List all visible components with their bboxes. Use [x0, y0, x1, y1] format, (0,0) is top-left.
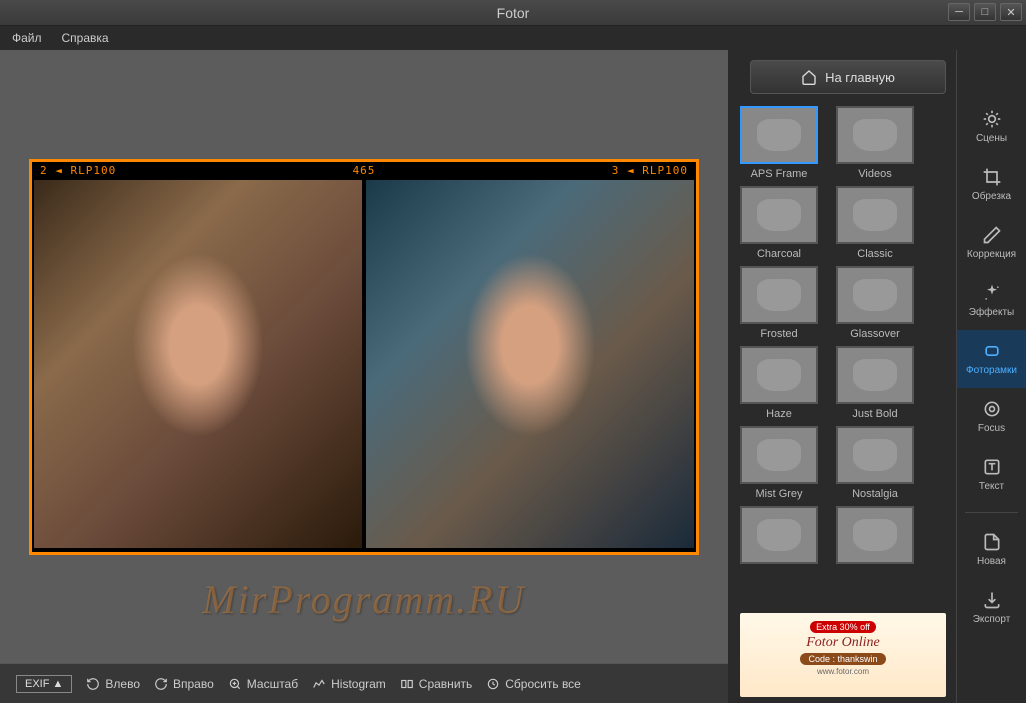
frame-item-Nostalgia[interactable]: Nostalgia — [836, 426, 914, 500]
frame-thumb — [836, 106, 914, 164]
frame-thumb — [740, 506, 818, 564]
pencil-icon — [982, 225, 1002, 245]
frame-item-10[interactable] — [740, 506, 818, 568]
home-icon — [801, 69, 817, 85]
frame-thumb — [836, 266, 914, 324]
zoom-button[interactable]: Масштаб — [228, 677, 298, 691]
frame-item-Haze[interactable]: Haze — [740, 346, 818, 420]
frame-thumb — [740, 266, 818, 324]
tool-export[interactable]: Экспорт — [957, 579, 1026, 637]
frame-item-Charcoal[interactable]: Charcoal — [740, 186, 818, 260]
frame-item-Just Bold[interactable]: Just Bold — [836, 346, 914, 420]
frame-thumb — [836, 426, 914, 484]
frame-thumb — [836, 506, 914, 564]
divider — [965, 512, 1018, 513]
promo-code: Code : thankswin — [800, 653, 885, 665]
photo-frame[interactable]: 2 ◄ RLP100 465 3 ◄ RLP100 — [29, 159, 699, 555]
crop-icon — [982, 167, 1002, 187]
app-title: Fotor — [497, 5, 530, 21]
reset-icon — [486, 677, 500, 691]
exif-button[interactable]: EXIF ▲ — [16, 675, 72, 693]
close-button[interactable]: ✕ — [1000, 3, 1022, 21]
photo-before — [34, 180, 362, 548]
compare-icon — [400, 677, 414, 691]
frame-label: Frosted — [740, 328, 818, 340]
tool-crop[interactable]: Обрезка — [957, 156, 1026, 214]
file-icon — [982, 532, 1002, 552]
rotate-left-icon — [86, 677, 100, 691]
promo-badge: Extra 30% off — [810, 621, 876, 633]
tool-new[interactable]: Новая — [957, 521, 1026, 579]
frame-thumb — [740, 346, 818, 404]
frame-label: Mist Grey — [740, 488, 818, 500]
menubar: Файл Справка — [0, 26, 1026, 50]
text-icon — [982, 457, 1002, 477]
frame-item-11[interactable] — [836, 506, 914, 568]
frame-label: Haze — [740, 408, 818, 420]
frame-icon — [982, 341, 1002, 361]
maximize-button[interactable]: □ — [974, 3, 996, 21]
target-icon — [982, 399, 1002, 419]
bottom-toolbar: EXIF ▲ Влево Вправо Масштаб Histogram Ср… — [0, 663, 728, 703]
frames-grid[interactable]: APS Frame Videos Charcoal Classic Frosted Gla… — [740, 106, 956, 607]
frame-label: Classic — [836, 248, 914, 260]
frame-label: Nostalgia — [836, 488, 914, 500]
tool-frames[interactable]: Фоторамки — [957, 330, 1026, 388]
frame-marker-right: 3 ◄ RLP100 — [612, 164, 688, 177]
home-button[interactable]: На главную — [750, 60, 946, 94]
promo-banner[interactable]: Extra 30% off Fotor Online Code : thanks… — [740, 613, 946, 697]
frame-item-Videos[interactable]: Videos — [836, 106, 914, 180]
promo-title: Fotor Online — [748, 635, 938, 651]
main-area: 2 ◄ RLP100 465 3 ◄ RLP100 MirProgramm.RU… — [0, 50, 1026, 703]
window-controls: ─ □ ✕ — [948, 3, 1022, 21]
compare-button[interactable]: Сравнить — [400, 677, 472, 691]
menu-file[interactable]: Файл — [12, 31, 42, 45]
sun-icon — [982, 109, 1002, 129]
rotate-right-icon — [154, 677, 168, 691]
titlebar: Fotor ─ □ ✕ — [0, 0, 1026, 26]
frame-thumb — [740, 186, 818, 244]
rotate-right-button[interactable]: Вправо — [154, 677, 214, 691]
frame-marker-left: 2 ◄ RLP100 — [40, 164, 116, 177]
frame-item-Mist Grey[interactable]: Mist Grey — [740, 426, 818, 500]
tool-focus[interactable]: Focus — [957, 388, 1026, 446]
frame-label: Just Bold — [836, 408, 914, 420]
reset-button[interactable]: Сбросить все — [486, 677, 581, 691]
frame-item-Glassover[interactable]: Glassover — [836, 266, 914, 340]
canvas-view: 2 ◄ RLP100 465 3 ◄ RLP100 — [0, 50, 728, 663]
histogram-button[interactable]: Histogram — [312, 677, 386, 691]
frames-panel: На главную APS Frame Videos Charcoal Classi… — [728, 50, 956, 703]
frame-label: Videos — [836, 168, 914, 180]
side-toolbar: Сцены Обрезка Коррекция Эффекты Фоторамк… — [956, 50, 1026, 703]
frame-thumb — [740, 106, 818, 164]
minimize-button[interactable]: ─ — [948, 3, 970, 21]
canvas-area: 2 ◄ RLP100 465 3 ◄ RLP100 MirProgramm.RU… — [0, 50, 728, 703]
frame-thumb — [740, 426, 818, 484]
frame-item-Classic[interactable]: Classic — [836, 186, 914, 260]
tool-correction[interactable]: Коррекция — [957, 214, 1026, 272]
frame-label: APS Frame — [740, 168, 818, 180]
menu-help[interactable]: Справка — [62, 31, 109, 45]
frame-thumb — [836, 186, 914, 244]
promo-url: www.fotor.com — [748, 667, 938, 676]
photo-after — [366, 180, 694, 548]
rotate-left-button[interactable]: Влево — [86, 677, 140, 691]
frame-label: Glassover — [836, 328, 914, 340]
export-icon — [982, 590, 1002, 610]
frame-thumb — [836, 346, 914, 404]
frame-item-APS Frame[interactable]: APS Frame — [740, 106, 818, 180]
zoom-icon — [228, 677, 242, 691]
histogram-icon — [312, 677, 326, 691]
tool-effects[interactable]: Эффекты — [957, 272, 1026, 330]
tool-scenes[interactable]: Сцены — [957, 98, 1026, 156]
right-panel: На главную APS Frame Videos Charcoal Classi… — [728, 50, 1026, 703]
frame-label: Charcoal — [740, 248, 818, 260]
frame-item-Frosted[interactable]: Frosted — [740, 266, 818, 340]
sparkle-icon — [982, 283, 1002, 303]
frame-marker-center: 465 — [353, 164, 376, 177]
tool-text[interactable]: Текст — [957, 446, 1026, 504]
